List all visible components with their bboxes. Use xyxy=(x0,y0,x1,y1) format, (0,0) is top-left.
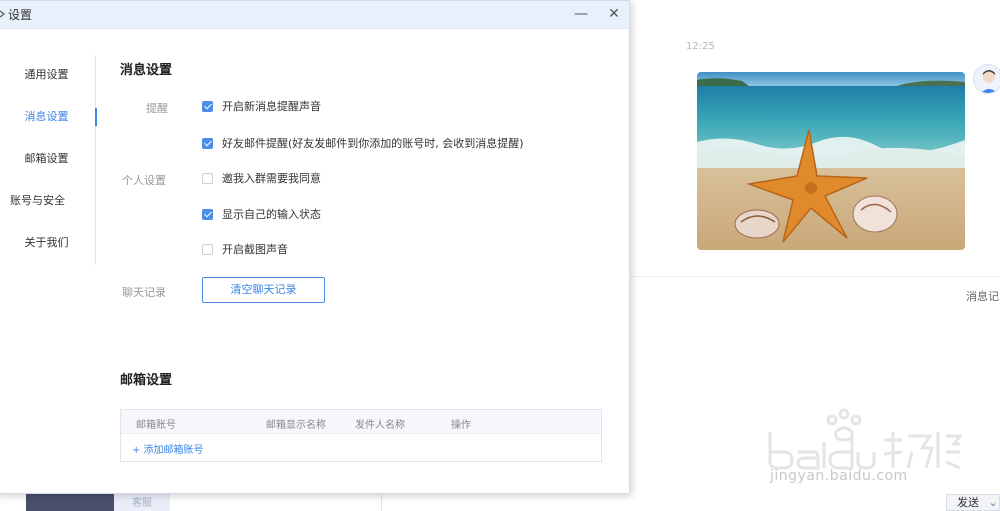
message-settings-title: 消息设置 xyxy=(120,63,173,78)
option-label: 开启截图声音 xyxy=(222,243,288,256)
personal-settings-label: 个人设置 xyxy=(122,174,166,187)
settings-sidebar: 通用设置 消息设置 邮箱设置 账号与安全 关于我们 xyxy=(0,55,97,265)
dialog-header[interactable]: 设置 — ✕ xyxy=(0,1,629,29)
chat-image-message[interactable] xyxy=(697,72,965,250)
close-icon[interactable]: ✕ xyxy=(604,4,624,24)
sidebar-item-general[interactable]: 通用设置 xyxy=(0,65,96,85)
bottom-tab[interactable]: 客服 xyxy=(114,494,170,511)
option-label: 显示自己的输入状态 xyxy=(222,208,321,221)
column-header: 邮箱显示名称 xyxy=(266,420,326,431)
option-new-message-sound[interactable]: 开启新消息提醒声音 xyxy=(202,98,321,114)
checkbox-checked[interactable] xyxy=(202,100,213,112)
option-show-typing-status[interactable]: 显示自己的输入状态 xyxy=(202,206,321,222)
send-button-label: 发送 xyxy=(957,496,979,509)
column-header: 发件人名称 xyxy=(355,420,405,431)
clear-chat-history-button[interactable]: 清空聊天记录 xyxy=(202,277,325,303)
option-group-invite-consent[interactable]: 邀我入群需要我同意 xyxy=(202,170,321,186)
option-label: 邀我入群需要我同意 xyxy=(222,172,321,185)
column-header: 邮箱账号 xyxy=(136,420,176,431)
message-history-link[interactable]: 消息记 xyxy=(966,288,999,304)
checkbox-checked[interactable] xyxy=(202,137,213,149)
column-header: 操作 xyxy=(451,420,471,431)
sidebar-item-account-security[interactable]: 账号与安全 xyxy=(0,191,87,211)
reminder-label: 提醒 xyxy=(146,102,168,115)
chat-input-divider xyxy=(630,276,1000,277)
option-screenshot-sound[interactable]: 开启截图声音 xyxy=(202,241,288,257)
sidebar-item-message[interactable]: 消息设置 xyxy=(0,107,97,127)
settings-dialog: 设置 — ✕ 通用设置 消息设置 邮箱设置 账号与安全 关于我们 消息设置 提醒… xyxy=(0,0,630,494)
watermark-url: jingyan.baidu.com xyxy=(770,468,908,484)
sidebar-item-about[interactable]: 关于我们 xyxy=(0,233,96,253)
bottom-divider xyxy=(381,494,382,511)
option-label: 开启新消息提醒声音 xyxy=(222,100,321,113)
checkbox-checked[interactable] xyxy=(202,208,213,220)
send-button[interactable]: 发送 ⌄ xyxy=(946,494,1000,511)
chevron-down-icon[interactable]: ⌄ xyxy=(989,496,998,509)
checkbox-unchecked[interactable] xyxy=(202,243,213,255)
mail-accounts-table: 邮箱账号 邮箱显示名称 发件人名称 操作 + 添加邮箱账号 xyxy=(120,409,602,462)
user-avatar[interactable] xyxy=(973,64,1000,94)
mail-settings-title: 邮箱设置 xyxy=(120,373,173,388)
checkbox-unchecked[interactable] xyxy=(202,172,213,184)
table-header: 邮箱账号 邮箱显示名称 发件人名称 操作 xyxy=(121,410,601,434)
sidebar-item-mailbox[interactable]: 邮箱设置 xyxy=(0,149,96,169)
option-label: 好友邮件提醒(好友发邮件到你添加的账号时, 会收到消息提醒) xyxy=(222,137,524,150)
add-mail-account-link[interactable]: + 添加邮箱账号 xyxy=(132,441,204,456)
minimize-icon[interactable]: — xyxy=(571,4,591,24)
chevron-right-icon xyxy=(0,10,5,18)
chat-history-label: 聊天记录 xyxy=(122,286,166,299)
dialog-title: 设置 xyxy=(8,8,33,22)
chat-timestamp: 12:25 xyxy=(686,41,715,52)
option-friend-mail-reminder[interactable]: 好友邮件提醒(好友发邮件到你添加的账号时, 会收到消息提醒) xyxy=(202,135,524,151)
beach-starfish-image xyxy=(697,72,965,250)
